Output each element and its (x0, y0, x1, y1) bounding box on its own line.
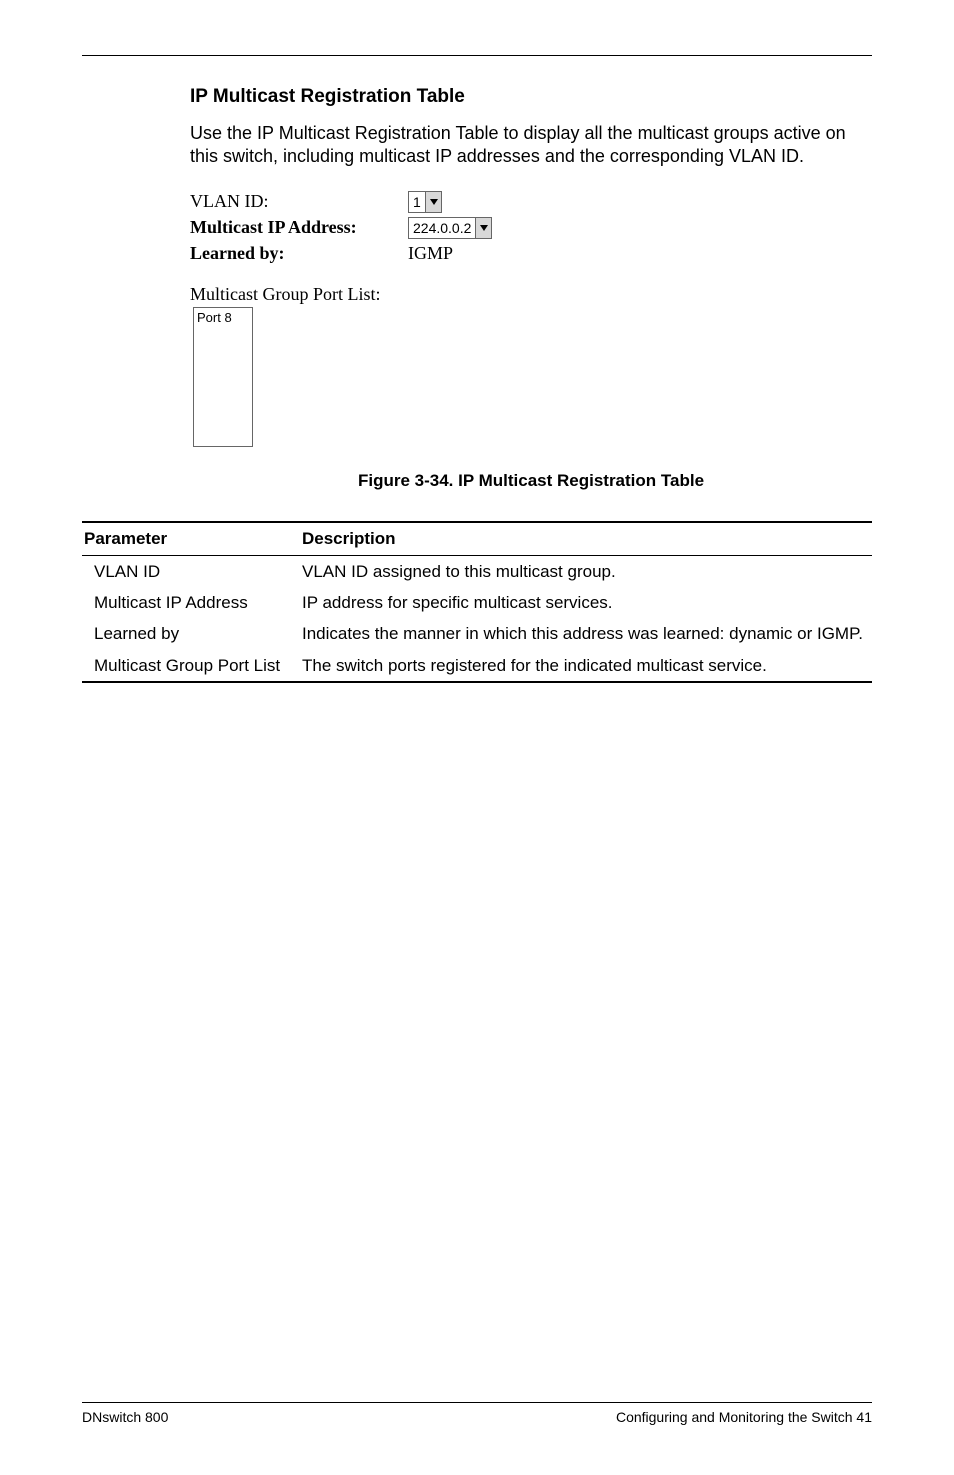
multicast-ip-row: Multicast IP Address: 224.0.0.2 (190, 217, 872, 239)
multicast-ip-label: Multicast IP Address: (190, 217, 408, 238)
desc-cell: IP address for specific multicast servic… (302, 587, 872, 618)
form-area: VLAN ID: 1 Multicast IP Address: 224.0.0… (190, 191, 872, 447)
figure-caption: Figure 3-34. IP Multicast Registration T… (190, 471, 872, 491)
vlan-id-value: 1 (408, 191, 426, 213)
param-cell: Multicast IP Address (82, 587, 302, 618)
port-list-item[interactable]: Port 8 (197, 310, 249, 325)
param-cell: Learned by (82, 618, 302, 649)
vlan-id-row: VLAN ID: 1 (190, 191, 872, 213)
top-rule (82, 55, 872, 56)
port-list-box[interactable]: Port 8 (193, 307, 253, 447)
desc-cell: The switch ports registered for the indi… (302, 650, 872, 682)
multicast-ip-value: 224.0.0.2 (408, 217, 476, 239)
learned-by-label: Learned by: (190, 243, 408, 264)
parameter-table: Parameter Description VLAN ID VLAN ID as… (82, 521, 872, 683)
table-row: Multicast Group Port List The switch por… (82, 650, 872, 682)
table-row: VLAN ID VLAN ID assigned to this multica… (82, 555, 872, 587)
footer-right: Configuring and Monitoring the Switch 41 (616, 1409, 872, 1425)
desc-cell: VLAN ID assigned to this multicast group… (302, 555, 872, 587)
param-cell: Multicast Group Port List (82, 650, 302, 682)
learned-by-value: IGMP (408, 243, 453, 264)
intro-paragraph: Use the IP Multicast Registration Table … (190, 122, 872, 169)
table-header-parameter: Parameter (82, 522, 302, 556)
multicast-ip-select[interactable]: 224.0.0.2 (408, 217, 492, 239)
dropdown-arrow-icon[interactable] (426, 191, 442, 213)
section-heading: IP Multicast Registration Table (190, 86, 872, 108)
table-row: Multicast IP Address IP address for spec… (82, 587, 872, 618)
table-header-description: Description (302, 522, 872, 556)
desc-cell: Indicates the manner in which this addre… (302, 618, 872, 649)
table-row: Learned by Indicates the manner in which… (82, 618, 872, 649)
footer-left: DNswitch 800 (82, 1409, 168, 1425)
page-footer: DNswitch 800 Configuring and Monitoring … (82, 1402, 872, 1425)
param-cell: VLAN ID (82, 555, 302, 587)
port-list-label: Multicast Group Port List: (190, 284, 872, 305)
vlan-id-select[interactable]: 1 (408, 191, 442, 213)
vlan-id-label: VLAN ID: (190, 191, 408, 212)
dropdown-arrow-icon[interactable] (476, 217, 492, 239)
learned-by-row: Learned by: IGMP (190, 243, 872, 264)
